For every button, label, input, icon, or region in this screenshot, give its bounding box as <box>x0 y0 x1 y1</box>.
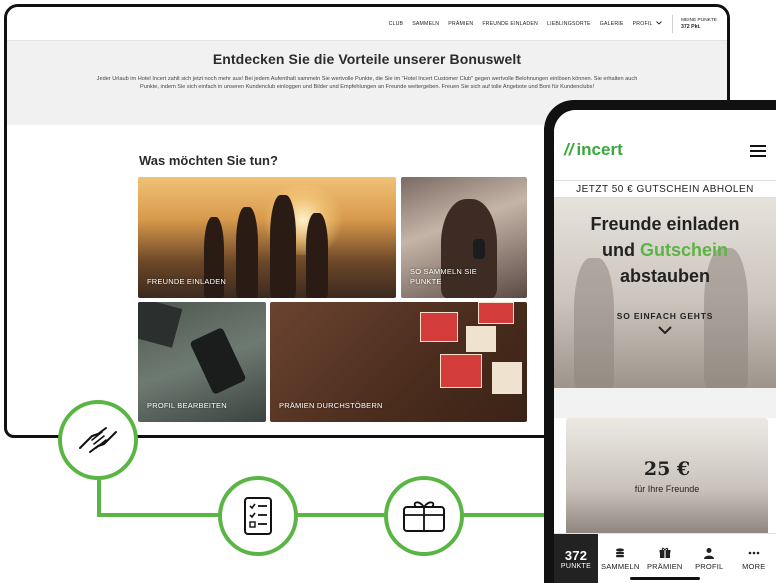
gift-box-image <box>440 354 482 388</box>
gift-box-image <box>478 302 514 324</box>
voucher-amount: 25 € <box>643 458 691 480</box>
gift-card-icon <box>403 501 445 532</box>
tab-collect-label: SAMMELN <box>601 561 640 571</box>
tile-edit-profile[interactable]: PROFIL BEARBEITEN <box>138 302 266 422</box>
nav-rewards[interactable]: PRÄMIEN <box>448 21 473 27</box>
top-navigation: CLUB SAMMELN PRÄMIEN FREUNDE EINLADEN LI… <box>7 7 727 41</box>
user-icon <box>704 547 715 559</box>
mobile-header: // incert <box>554 110 776 180</box>
hero-line-1: Freunde einladen <box>590 214 740 234</box>
logo-mark-icon: // <box>564 140 574 159</box>
voucher-caption: für Ihre Freunde <box>634 484 700 494</box>
tab-points-label: PUNKTE <box>560 562 592 570</box>
hero-line-3: abstauben <box>619 266 711 286</box>
tab-more[interactable]: MORE <box>732 534 776 583</box>
home-indicator <box>630 577 700 580</box>
menu-icon[interactable] <box>750 145 766 157</box>
handshake-step <box>58 400 138 480</box>
smartphone-image <box>473 239 485 259</box>
nav-divider <box>672 14 674 33</box>
tab-collect[interactable]: SAMMELN <box>598 534 643 583</box>
nav-favorite-places[interactable]: LIEBLINGSORTE <box>547 21 591 27</box>
tile-label-invite-friends: FREUNDE EINLADEN <box>147 277 227 286</box>
hero-line-2: und Gutschein <box>554 240 776 261</box>
how-it-works-link[interactable]: SO EINFACH GEHTS <box>554 311 776 321</box>
gift-box-image <box>420 312 458 342</box>
brand-name: incert <box>576 140 623 159</box>
section-title: Was möchten Sie tun? <box>139 153 278 168</box>
person-silhouette <box>236 207 258 298</box>
tab-rewards-label: PRÄMIEN <box>646 561 683 571</box>
tile-label-edit-profile: PROFIL BEARBEITEN <box>147 401 227 410</box>
checklist-step <box>218 476 298 556</box>
tile-label-browse-rewards: PRÄMIEN DURCHSTÖBERN <box>279 401 383 410</box>
nav-gallery[interactable]: GALERIE <box>600 21 624 27</box>
tab-profile[interactable]: PROFIL <box>687 534 732 583</box>
tile-label-collect-points: SO SAMMELN SIE PUNKTE <box>410 267 477 286</box>
chevron-down-icon[interactable] <box>658 326 672 334</box>
nav-club[interactable]: CLUB <box>389 21 404 27</box>
voucher-card[interactable]: 25 € für Ihre Freunde <box>566 418 768 536</box>
connector-line <box>97 480 101 516</box>
hero-line-2-prefix: und <box>601 240 635 260</box>
nav-profile-label: PROFIL <box>632 20 653 27</box>
tab-points[interactable]: 372 PUNKTE <box>554 534 598 583</box>
more-icon <box>748 551 760 554</box>
mobile-screen: // incert JETZT 50 € GUTSCHEIN ABHOLEN F… <box>554 110 776 583</box>
gift-box-image <box>492 362 522 394</box>
person-silhouette <box>270 195 296 298</box>
gift-icon <box>659 547 671 558</box>
gift-card-step <box>384 476 464 556</box>
points-value: 372 Pkt. <box>681 23 701 30</box>
nav-collect[interactable]: SAMMELN <box>412 21 439 27</box>
tile-collect-points[interactable]: SO SAMMELN SIE PUNKTE <box>401 177 527 298</box>
tab-rewards[interactable]: PRÄMIEN <box>643 534 688 583</box>
composition: CLUB SAMMELN PRÄMIEN FREUNDE EINLADEN LI… <box>0 0 776 583</box>
promo-bar[interactable]: JETZT 50 € GUTSCHEIN ABHOLEN <box>554 180 776 198</box>
bottom-tab-bar: 372 PUNKTE SAMMELN PRÄMIEN PROFIL MORE <box>554 533 776 583</box>
tile-invite-friends[interactable]: FREUNDE EINLADEN <box>138 177 396 298</box>
gift-box-image <box>466 326 496 352</box>
tile-browse-rewards[interactable]: PRÄMIEN DURCHSTÖBERN <box>270 302 527 422</box>
intro-text: Jeder Urlaub im Hotel Incert zahlt sich … <box>96 76 638 90</box>
nav-invite-friends[interactable]: FREUNDE EINLADEN <box>482 21 538 27</box>
coins-icon <box>616 547 625 557</box>
page-headline: Entdecken Sie die Vorteile unserer Bonus… <box>212 51 522 67</box>
mobile-hero: Freunde einladen und Gutschein abstauben… <box>554 198 776 388</box>
tab-more-label: MORE <box>742 561 766 571</box>
smartphone-image <box>189 327 247 395</box>
points-summary[interactable]: MEINE PUNKTE 372 Pkt. <box>681 18 717 30</box>
hero-line-2-highlight: Gutschein <box>640 240 729 260</box>
person-silhouette <box>306 213 328 298</box>
mobile-device: // incert JETZT 50 € GUTSCHEIN ABHOLEN F… <box>544 100 776 583</box>
chevron-down-icon <box>656 21 662 25</box>
tab-profile-label: PROFIL <box>695 561 724 571</box>
tab-points-value: 372 <box>564 547 588 563</box>
checklist-icon <box>244 497 272 535</box>
nav-profile[interactable]: PROFIL <box>633 21 662 27</box>
laptop-corner-image <box>138 302 183 348</box>
handshake-icon <box>79 427 117 453</box>
brand-logo[interactable]: // incert <box>564 140 623 160</box>
section-spacer <box>554 388 776 418</box>
connector-line <box>97 513 555 517</box>
